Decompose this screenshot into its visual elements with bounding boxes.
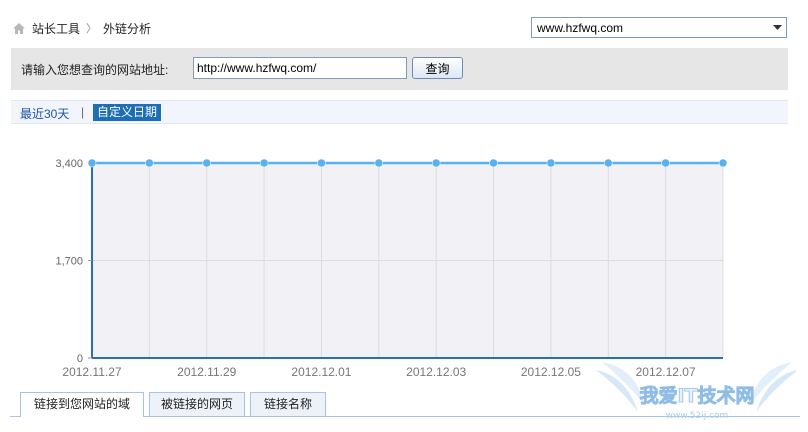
- data-point: [431, 158, 441, 168]
- query-button[interactable]: 查询: [412, 57, 463, 79]
- x-tick-label: 2012.12.05: [521, 365, 581, 379]
- x-tick-label: 2012.11.29: [177, 365, 236, 379]
- site-select[interactable]: www.hzfwq.com: [531, 17, 787, 38]
- x-tick-label: 2012.12.07: [636, 365, 696, 379]
- data-point: [317, 158, 326, 168]
- home-icon[interactable]: [12, 22, 26, 35]
- data-point: [202, 158, 211, 168]
- tab-linked-pages[interactable]: 被链接的网页: [149, 392, 245, 416]
- tab-linking-domains[interactable]: 链接到您网站的域: [20, 392, 144, 417]
- x-tick-label: 2012.11.27: [62, 365, 121, 379]
- range-separator: |: [81, 105, 85, 119]
- y-tick-label: 1,700: [55, 256, 83, 268]
- data-point: [259, 158, 269, 168]
- data-point: [489, 158, 498, 168]
- tab-anchor-text[interactable]: 链接名称: [250, 392, 326, 416]
- range-custom-date[interactable]: 自定义日期: [93, 104, 162, 121]
- site-select-value: www.hzfwq.com: [537, 20, 624, 35]
- data-point: [604, 158, 613, 168]
- data-point: [661, 158, 670, 168]
- url-input[interactable]: [193, 57, 407, 79]
- dropdown-arrow-icon[interactable]: [768, 18, 786, 37]
- date-range-bar: 最近30天 | 自定义日期: [11, 100, 788, 124]
- data-point: [374, 158, 384, 168]
- tab-bar: 链接到您网站的域 被链接的网页 链接名称: [10, 392, 800, 417]
- x-tick-label: 2012.12.03: [406, 365, 466, 379]
- data-point: [718, 158, 728, 168]
- data-point: [87, 158, 97, 168]
- breadcrumb: 站长工具 〉 外链分析: [12, 19, 151, 37]
- x-tick-label: 2012.12.01: [291, 365, 351, 379]
- y-tick-label: 0: [77, 353, 83, 365]
- y-tick-label: 3,400: [55, 158, 83, 170]
- query-bar: 请输入您想查询的网站地址: 查询: [11, 48, 788, 90]
- breadcrumb-webmaster-tools[interactable]: 站长工具: [32, 20, 80, 37]
- backlink-line-chart: 0 1,700 3,400 2012.11.27 2012.11.29 2012.12.0…: [55, 158, 728, 379]
- data-point: [546, 158, 556, 168]
- breadcrumb-backlink-analysis: 外链分析: [103, 21, 152, 36]
- breadcrumb-separator: 〉: [86, 23, 98, 35]
- query-label: 请输入您想查询的网站地址:: [21, 63, 169, 77]
- range-last-30-days[interactable]: 最近30天: [20, 105, 69, 122]
- data-point: [145, 158, 154, 168]
